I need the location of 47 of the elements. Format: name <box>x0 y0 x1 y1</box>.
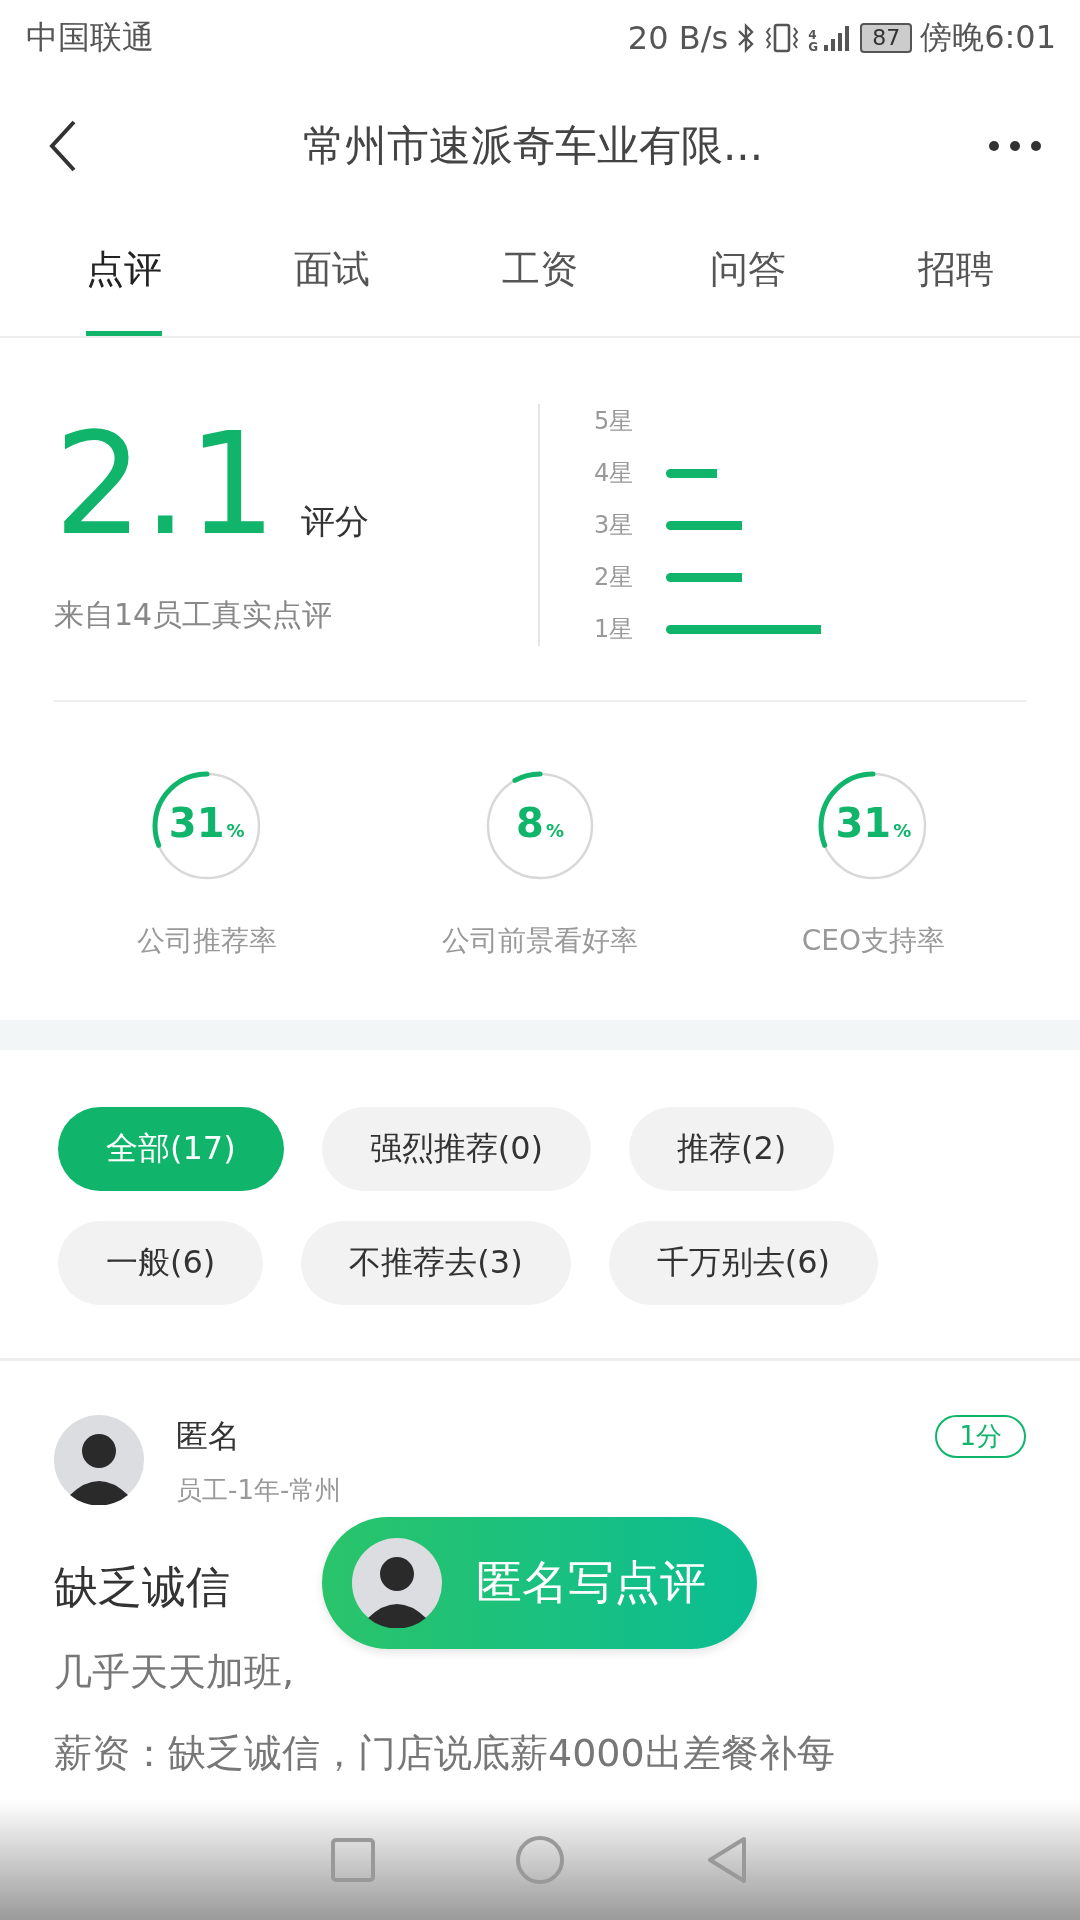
rate-value: 31 <box>168 800 225 846</box>
score-value: 2.1 <box>54 414 277 555</box>
tab[interactable]: 点评 <box>86 216 162 336</box>
review-body: 薪资：缺乏诚信，门店说底薪4000出差餐补每 <box>54 1730 836 1777</box>
author-name: 匿名 <box>176 1416 241 1457</box>
more-icon[interactable] <box>988 140 1042 152</box>
filter-chip[interactable]: 不推荐去(3) <box>301 1221 571 1305</box>
clock: 傍晚6:01 <box>920 17 1056 58</box>
battery-indicator: 87 <box>860 23 913 53</box>
vibrate-icon <box>764 22 801 54</box>
home-icon[interactable] <box>515 1835 565 1885</box>
tab[interactable]: 工资 <box>502 216 578 336</box>
company-title: 常州市速派奇车业有限... <box>301 120 765 172</box>
rate-value: 8 <box>516 800 544 846</box>
rate-value: 31 <box>835 800 892 846</box>
percent-sign: % <box>226 820 245 841</box>
filter-chip[interactable]: 一般(6) <box>58 1221 264 1305</box>
carrier-name: 中国联通 <box>26 17 154 58</box>
percent-sign: % <box>893 820 912 841</box>
star-level-label: 4星 <box>594 458 635 489</box>
star-level-label: 5星 <box>594 406 635 437</box>
score-label: 评分 <box>300 499 369 543</box>
back-icon[interactable] <box>48 120 78 172</box>
network-speed: 20 B/s <box>627 19 729 57</box>
recent-apps-icon[interactable] <box>329 1837 376 1883</box>
tab[interactable]: 面试 <box>294 216 370 336</box>
filter-chip[interactable]: 推荐(2) <box>629 1107 835 1191</box>
percent-sign: % <box>545 820 564 841</box>
tab[interactable]: 问答 <box>710 216 786 336</box>
tab[interactable]: 招聘 <box>918 216 994 336</box>
avatar-icon <box>54 1415 144 1505</box>
avatar-icon <box>352 1538 442 1628</box>
star-level-label: 3星 <box>594 510 635 541</box>
network-type: 4G <box>808 29 819 53</box>
distribution-bar <box>666 468 717 478</box>
score-tag: 1分 <box>935 1415 1026 1458</box>
rate-label: 公司前景看好率 <box>442 923 638 959</box>
review-title: 缺乏诚信 <box>54 1560 230 1614</box>
review-source: 来自14员工真实点评 <box>54 595 334 634</box>
rate-label: 公司推荐率 <box>136 923 277 959</box>
filter-chip[interactable]: 千万别去(6) <box>608 1221 878 1305</box>
star-level-label: 2星 <box>594 562 635 593</box>
rate-label: CEO支持率 <box>801 923 945 959</box>
review-summary: 几乎天天加班, <box>54 1649 295 1696</box>
filter-chip[interactable]: 强烈推荐(0) <box>321 1107 591 1191</box>
author-meta: 员工-1年-常州 <box>176 1474 343 1507</box>
star-level-label: 1星 <box>594 614 635 645</box>
